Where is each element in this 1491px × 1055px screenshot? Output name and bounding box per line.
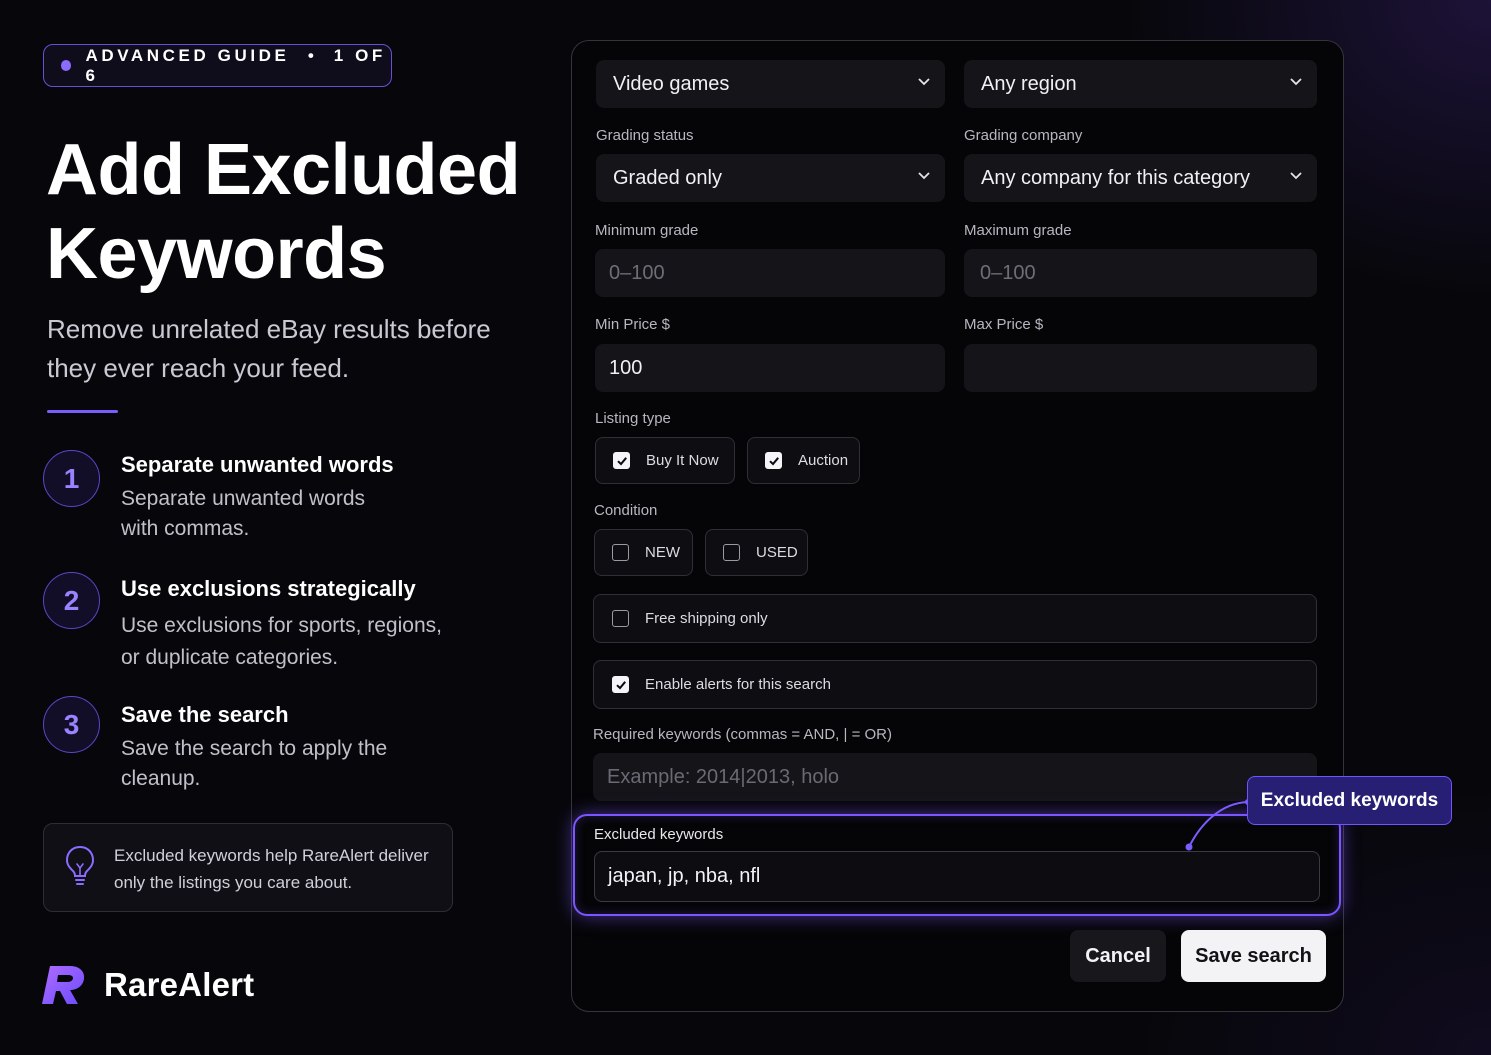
grading-status-value: Graded only [613, 166, 722, 189]
page-title-line-2: Keywords [46, 214, 387, 294]
condition-used-label: USED [756, 544, 798, 561]
min-grade-label: Minimum grade [595, 222, 699, 239]
checkbox-unchecked-icon[interactable] [612, 544, 629, 561]
condition-new-label: NEW [645, 544, 680, 561]
chevron-down-icon [918, 78, 930, 86]
max-grade-label: Maximum grade [964, 222, 1072, 239]
min-price-label: Min Price $ [595, 316, 671, 333]
buy-it-now-label: Buy It Now [646, 452, 719, 469]
callout-connector [1185, 799, 1251, 851]
min-grade-placeholder: 0–100 [609, 261, 665, 284]
step-number: 1 [43, 450, 100, 507]
excluded-keywords-value: japan, jp, nba, nfl [608, 865, 761, 887]
condition-new[interactable]: NEW [594, 529, 693, 576]
chevron-down-icon [918, 172, 930, 180]
search-form-panel: Video games Any region Grading status Gr… [571, 40, 1344, 1012]
max-grade-placeholder: 0–100 [980, 261, 1036, 284]
step-number: 3 [43, 696, 100, 753]
auction-label: Auction [798, 452, 849, 469]
min-grade-input[interactable]: 0–100 [595, 249, 945, 297]
badge-label: ADVANCED GUIDE [85, 45, 290, 65]
enable-alerts-label: Enable alerts for this search [645, 676, 831, 693]
brand: RareAlert [40, 960, 254, 1010]
chevron-down-icon [1290, 172, 1302, 180]
required-keywords-label: Required keywords (commas = AND, | = OR) [593, 726, 892, 743]
tip-text: Excluded keywords help RareAlert deliver… [114, 846, 429, 892]
checkbox-unchecked-icon[interactable] [612, 610, 629, 627]
excluded-keywords-label: Excluded keywords [594, 826, 724, 843]
category-select-value: Video games [613, 72, 730, 95]
chevron-down-icon [1290, 78, 1302, 86]
condition-label: Condition [594, 502, 658, 519]
cancel-button[interactable]: Cancel [1070, 930, 1166, 982]
rarealert-logo [42, 966, 85, 1004]
step-description: Separate unwanted words with commas. [121, 487, 365, 540]
listing-type-buy-it-now[interactable]: Buy It Now [595, 437, 735, 484]
page-title: Add Excluded Keywords [46, 128, 566, 296]
save-search-button[interactable]: Save search [1181, 930, 1326, 982]
free-shipping-row[interactable]: Free shipping only [593, 594, 1317, 643]
required-keywords-placeholder: Example: 2014|2013, holo [607, 765, 840, 788]
checkbox-checked-icon[interactable] [765, 452, 782, 469]
min-price-value: 100 [609, 356, 643, 379]
category-select[interactable]: Video games [596, 60, 945, 108]
region-select[interactable]: Any region [964, 60, 1317, 108]
step-title: Save the search [121, 702, 289, 727]
badge-separator: • [307, 45, 318, 65]
step-description: Use exclusions for sports, regions, or d… [121, 614, 442, 669]
step-number: 2 [43, 572, 100, 629]
lightbulb-icon [65, 845, 95, 885]
max-price-label: Max Price $ [964, 316, 1044, 333]
page-subtitle: Remove unrelated eBay results before the… [47, 314, 491, 383]
max-price-input[interactable] [964, 344, 1317, 392]
min-price-input[interactable]: 100 [595, 344, 945, 392]
condition-used[interactable]: USED [705, 529, 808, 576]
listing-type-auction[interactable]: Auction [747, 437, 860, 484]
max-grade-input[interactable]: 0–100 [964, 249, 1317, 297]
brand-name: RareAlert [104, 966, 255, 1003]
step-title: Use exclusions strategically [121, 576, 416, 601]
step-title: Separate unwanted words [121, 452, 394, 477]
grading-company-label: Grading company [964, 127, 1083, 144]
checkbox-unchecked-icon[interactable] [723, 544, 740, 561]
grading-status-select[interactable]: Graded only [596, 154, 945, 202]
free-shipping-label: Free shipping only [645, 610, 768, 627]
badge-dot [61, 60, 72, 71]
listing-type-label: Listing type [595, 410, 671, 427]
excluded-keywords-input[interactable]: japan, jp, nba, nfl [594, 851, 1320, 902]
grading-company-value: Any company for this category [981, 166, 1251, 189]
step-description: Save the search to apply the cleanup. [121, 737, 388, 790]
tip-card: Excluded keywords help RareAlert deliver… [43, 823, 453, 912]
accent-divider [47, 410, 118, 413]
checkbox-checked-icon[interactable] [612, 676, 629, 693]
enable-alerts-row[interactable]: Enable alerts for this search [593, 660, 1317, 709]
required-keywords-input[interactable]: Example: 2014|2013, holo [593, 753, 1317, 801]
checkbox-checked-icon[interactable] [613, 452, 630, 469]
guide-badge: ADVANCED GUIDE • 1 OF 6 [43, 44, 392, 87]
grading-company-select[interactable]: Any company for this category [964, 154, 1317, 202]
region-select-value: Any region [981, 72, 1077, 95]
excluded-keywords-callout: Excluded keywords [1247, 776, 1452, 825]
page-title-line-1: Add Excluded [46, 130, 521, 210]
grading-status-label: Grading status [596, 127, 694, 144]
